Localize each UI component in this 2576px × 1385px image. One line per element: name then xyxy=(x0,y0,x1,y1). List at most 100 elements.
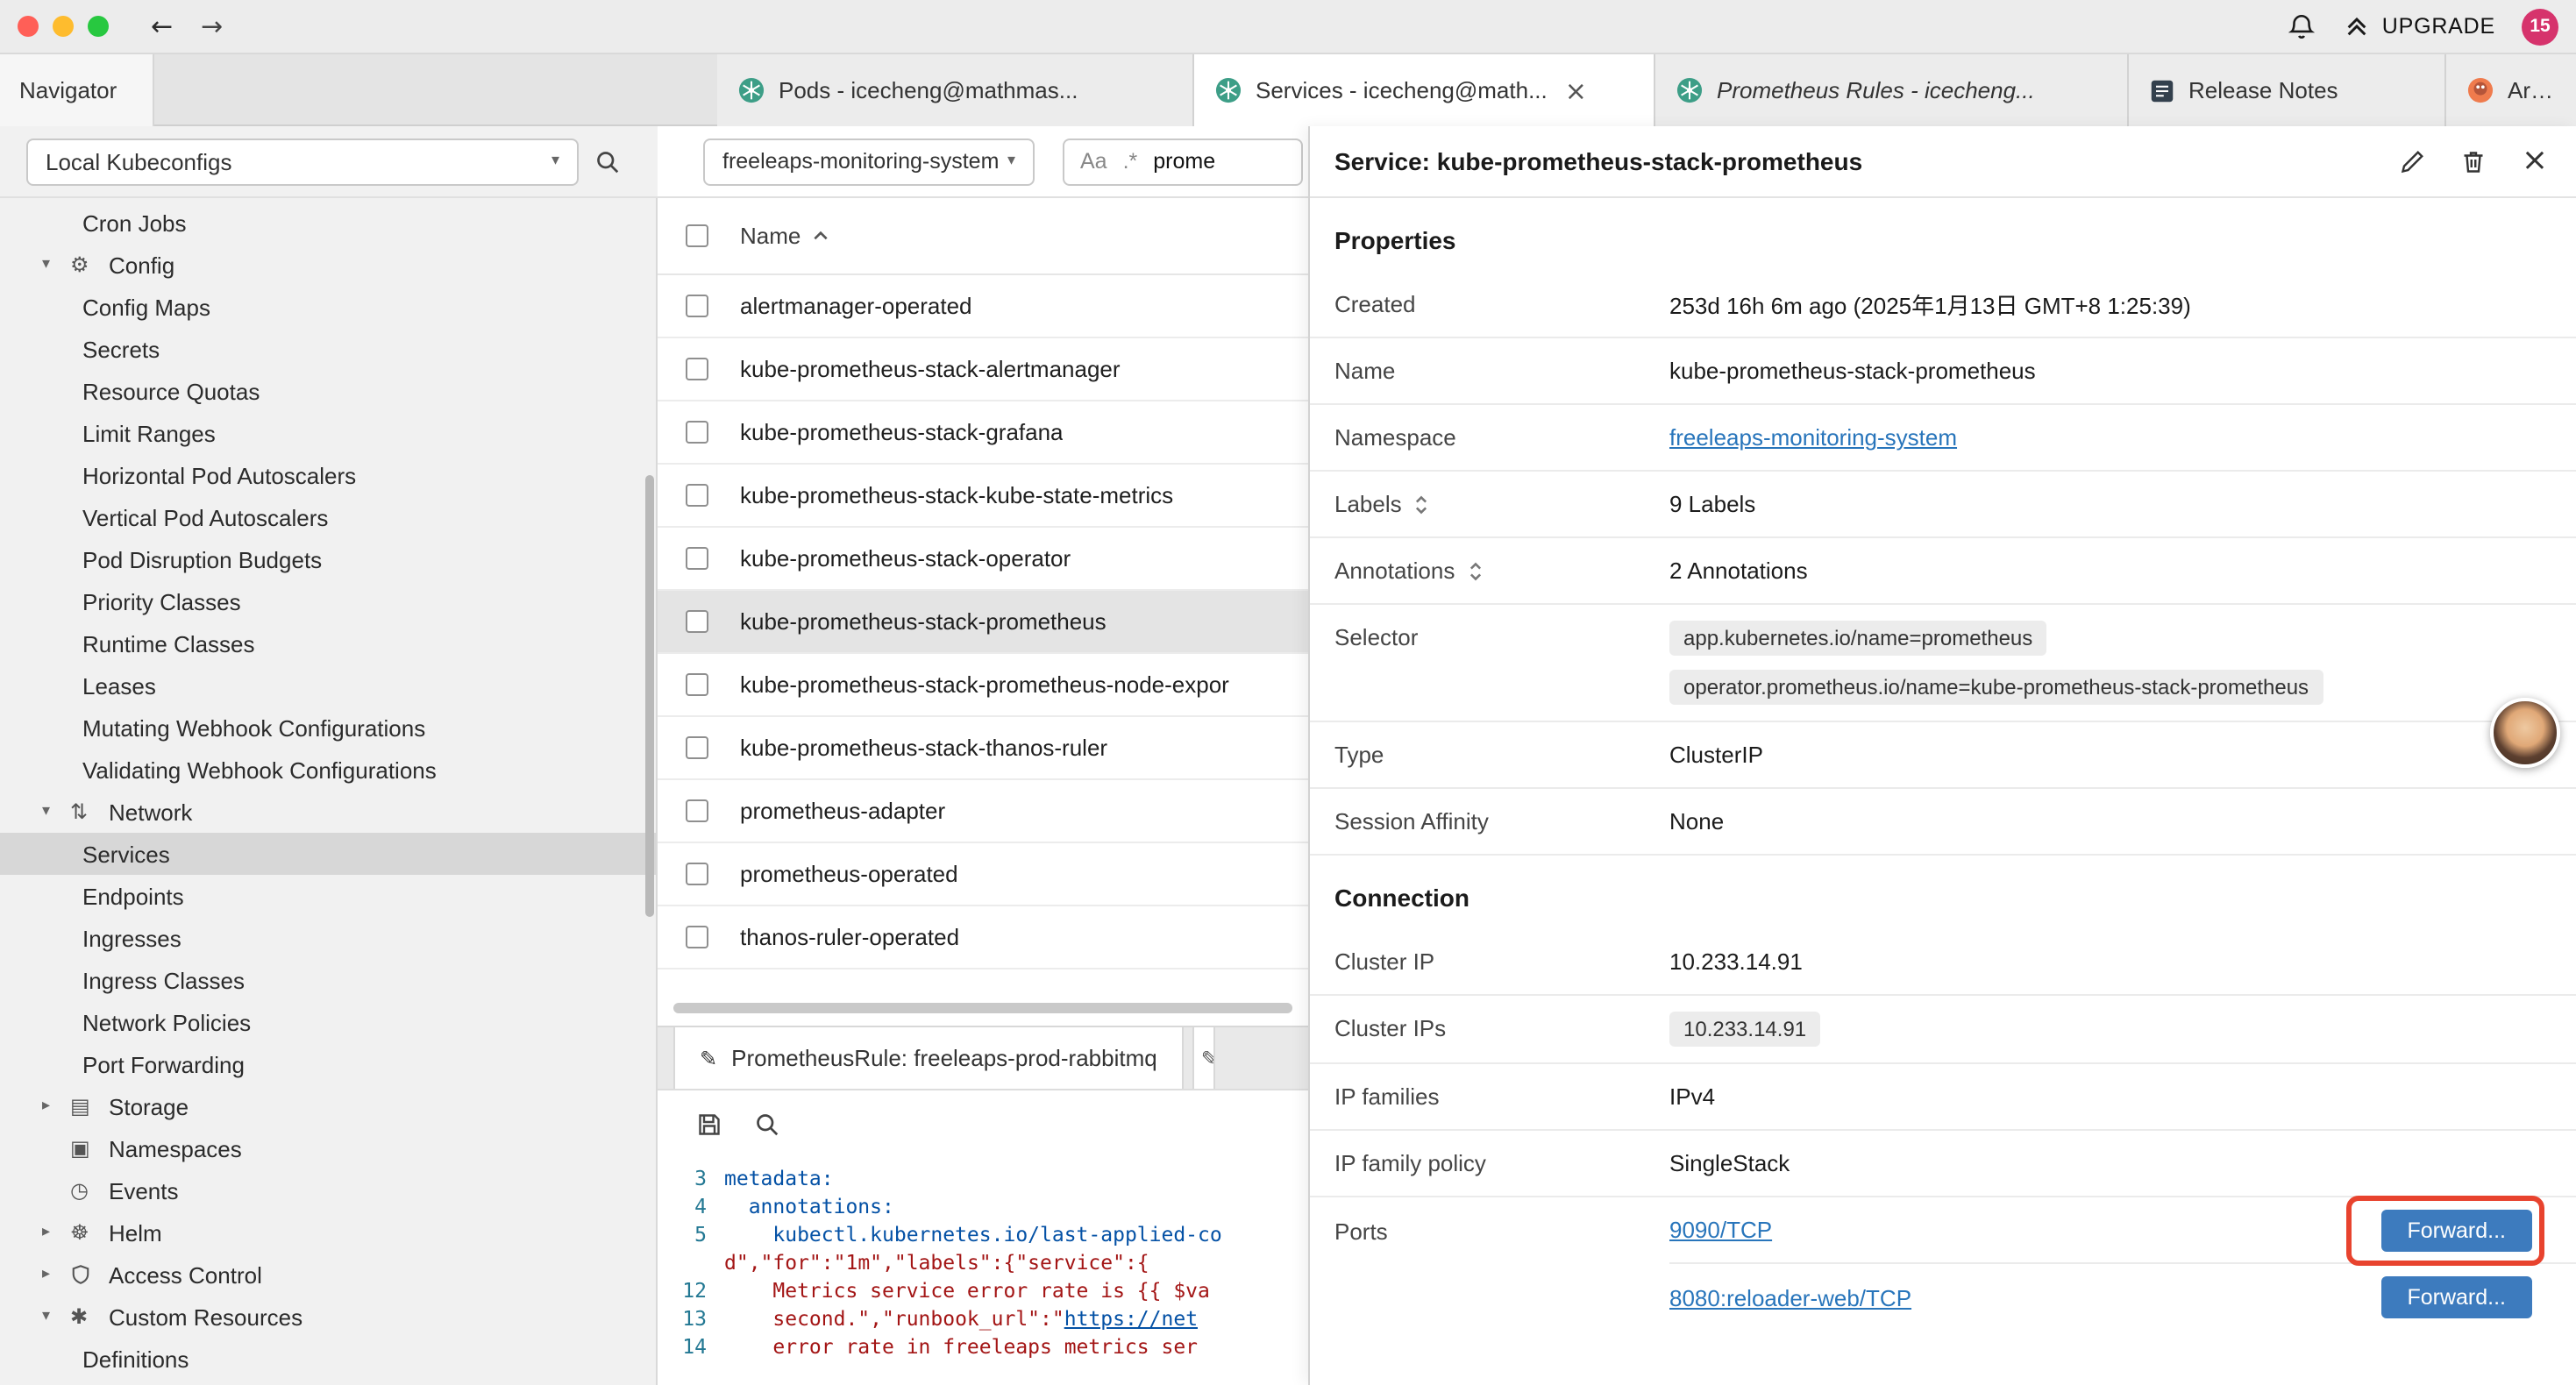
upgrade-button[interactable]: UPGRADE xyxy=(2344,12,2495,40)
yaml-editor[interactable]: 3metadata:4annotations:5kubectl.kubernet… xyxy=(658,1157,1308,1385)
row-checkbox[interactable] xyxy=(686,863,708,885)
table-row[interactable]: thanos-ruler-operated xyxy=(658,906,1308,970)
namespace-link[interactable]: freeleaps-monitoring-system xyxy=(1669,424,1957,451)
tab-pods-icecheng-mathmas[interactable]: Pods - icecheng@mathmas... xyxy=(717,54,1194,126)
tab-services-icecheng-math[interactable]: Services - icecheng@math...× xyxy=(1194,54,1655,126)
service-name: kube-prometheus-stack-prometheus-node-ex… xyxy=(740,671,1229,698)
tab-argo-se[interactable]: Argo Se xyxy=(2446,54,2576,126)
kubeconfig-selector[interactable]: Local Kubeconfigs ▾ xyxy=(26,138,579,185)
table-row[interactable]: alertmanager-operated xyxy=(658,275,1308,338)
sidebar-item-config[interactable]: ▾⚙Config xyxy=(0,244,656,286)
sidebar-item-limit-ranges[interactable]: Limit Ranges xyxy=(0,412,656,454)
delete-button[interactable] xyxy=(2460,148,2487,174)
expand-icon[interactable] xyxy=(1467,560,1483,581)
forward-button[interactable]: → xyxy=(201,13,223,39)
table-row[interactable]: prometheus-operated xyxy=(658,843,1308,906)
sidebar-item-events[interactable]: ◷Events xyxy=(0,1169,656,1211)
back-button[interactable]: ← xyxy=(151,13,173,39)
sidebar-item-helm[interactable]: ▸☸Helm xyxy=(0,1211,656,1254)
close-window-button[interactable] xyxy=(18,16,39,37)
horizontal-scrollbar[interactable] xyxy=(673,1003,1292,1013)
maximize-window-button[interactable] xyxy=(88,16,109,37)
table-row[interactable]: kube-prometheus-stack-prometheus xyxy=(658,591,1308,654)
row-checkbox[interactable] xyxy=(686,358,708,380)
table-row[interactable]: prometheus-adapter xyxy=(658,780,1308,843)
sidebar-item-access-control[interactable]: ▸Access Control xyxy=(0,1254,656,1296)
sidebar-item-storage[interactable]: ▸▤Storage xyxy=(0,1085,656,1127)
sidebar-item-port-forwarding[interactable]: Port Forwarding xyxy=(0,1043,656,1085)
sidebar-item-label: Access Control xyxy=(109,1261,262,1288)
editor-search-button[interactable] xyxy=(754,1111,780,1137)
navigator-tab[interactable]: Navigator xyxy=(0,54,154,126)
sidebar-item-ingresses[interactable]: Ingresses xyxy=(0,917,656,959)
row-checkbox[interactable] xyxy=(686,421,708,444)
sidebar-item-services[interactable]: Services xyxy=(0,833,656,875)
sidebar-item-endpoints[interactable]: Endpoints xyxy=(0,875,656,917)
row-checkbox[interactable] xyxy=(686,295,708,317)
tab-release-notes[interactable]: Release Notes xyxy=(2129,54,2446,126)
dock-tab-prometheusrule[interactable]: ✎ PrometheusRule: freeleaps-prod-rabbitm… xyxy=(673,1026,1184,1089)
table-row[interactable]: kube-prometheus-stack-operator xyxy=(658,528,1308,591)
sidebar-item-horizontal-pod-autoscalers[interactable]: Horizontal Pod Autoscalers xyxy=(0,454,656,496)
sidebar-item-cron-jobs[interactable]: Cron Jobs xyxy=(0,202,656,244)
property-label: IP family policy xyxy=(1310,1150,1669,1176)
sidebar-search-button[interactable] xyxy=(594,148,621,174)
port-link[interactable]: 8080:reloader-web/TCP xyxy=(1669,1284,1911,1310)
table-row[interactable]: kube-prometheus-stack-thanos-ruler xyxy=(658,717,1308,780)
sidebar-item-label: Cron Jobs xyxy=(82,210,187,236)
sidebar-item-config-maps[interactable]: Config Maps xyxy=(0,286,656,328)
sidebar-item-vertical-pod-autoscalers[interactable]: Vertical Pod Autoscalers xyxy=(0,496,656,538)
row-checkbox[interactable] xyxy=(686,547,708,570)
edit-button[interactable] xyxy=(2399,148,2425,174)
tab-label: Prometheus Rules - icecheng... xyxy=(1717,77,2035,103)
table-row[interactable]: kube-prometheus-stack-alertmanager xyxy=(658,338,1308,401)
table-row[interactable]: kube-prometheus-stack-kube-state-metrics xyxy=(658,465,1308,528)
close-panel-button[interactable]: × xyxy=(2522,146,2548,177)
gear-icon: ⚙ xyxy=(70,252,100,277)
forward-button[interactable]: Forward... xyxy=(2380,1209,2532,1251)
sidebar-item-network-policies[interactable]: Network Policies xyxy=(0,1001,656,1043)
sidebar-item-mutating-webhook-configurations[interactable]: Mutating Webhook Configurations xyxy=(0,707,656,749)
regex-toggle[interactable]: .* xyxy=(1123,149,1138,174)
row-checkbox[interactable] xyxy=(686,484,708,507)
select-all-checkbox[interactable] xyxy=(686,224,708,247)
row-checkbox[interactable] xyxy=(686,610,708,633)
tab-close-icon[interactable]: × xyxy=(1565,75,1587,106)
port-link[interactable]: 9090/TCP xyxy=(1669,1217,1772,1243)
save-button[interactable] xyxy=(696,1111,722,1137)
sidebar-item-definitions[interactable]: Definitions xyxy=(0,1338,656,1380)
column-header-name[interactable]: Name xyxy=(740,223,829,249)
tab-prometheus-rules-icecheng[interactable]: Prometheus Rules - icecheng... xyxy=(1655,54,2129,126)
sidebar-item-secrets[interactable]: Secrets xyxy=(0,328,656,370)
sidebar-item-runtime-classes[interactable]: Runtime Classes xyxy=(0,622,656,664)
dock-tab-partial[interactable]: ✎ xyxy=(1192,1026,1215,1089)
expand-icon[interactable] xyxy=(1414,494,1430,515)
namespace-selector[interactable]: freeleaps-monitoring-system ▾ xyxy=(703,138,1035,185)
table-row[interactable]: kube-prometheus-stack-prometheus-node-ex… xyxy=(658,654,1308,717)
sidebar-item-ingress-classes[interactable]: Ingress Classes xyxy=(0,959,656,1001)
sidebar-item-validating-webhook-configurations[interactable]: Validating Webhook Configurations xyxy=(0,749,656,791)
row-checkbox[interactable] xyxy=(686,799,708,822)
sidebar-item-custom-resources[interactable]: ▾✱Custom Resources xyxy=(0,1296,656,1338)
sidebar-item-leases[interactable]: Leases xyxy=(0,664,656,707)
property-row-annotations: Annotations2 Annotations xyxy=(1310,538,2576,605)
notifications-bell-icon[interactable] xyxy=(2288,11,2317,41)
property-label: Labels xyxy=(1310,491,1669,517)
sidebar-item-resource-quotas[interactable]: Resource Quotas xyxy=(0,370,656,412)
sidebar-item-pod-disruption-budgets[interactable]: Pod Disruption Budgets xyxy=(0,538,656,580)
table-row[interactable]: kube-prometheus-stack-grafana xyxy=(658,401,1308,465)
sidebar-item-network[interactable]: ▾⇅Network xyxy=(0,791,656,833)
match-case-toggle[interactable]: Aa xyxy=(1080,149,1107,174)
sidebar-item-namespaces[interactable]: ▣Namespaces xyxy=(0,1127,656,1169)
row-checkbox[interactable] xyxy=(686,736,708,759)
row-checkbox[interactable] xyxy=(686,673,708,696)
sidebar-scrollbar[interactable] xyxy=(645,475,654,917)
search-input[interactable]: Aa .* prome xyxy=(1063,138,1303,185)
forward-button[interactable]: Forward... xyxy=(2380,1276,2532,1318)
sidebar-item-priority-classes[interactable]: Priority Classes xyxy=(0,580,656,622)
detail-panel-actions: × xyxy=(2399,146,2548,177)
notification-count-badge[interactable]: 15 xyxy=(2522,8,2558,45)
minimize-window-button[interactable] xyxy=(53,16,74,37)
row-checkbox[interactable] xyxy=(686,926,708,948)
user-avatar[interactable] xyxy=(2490,698,2560,768)
